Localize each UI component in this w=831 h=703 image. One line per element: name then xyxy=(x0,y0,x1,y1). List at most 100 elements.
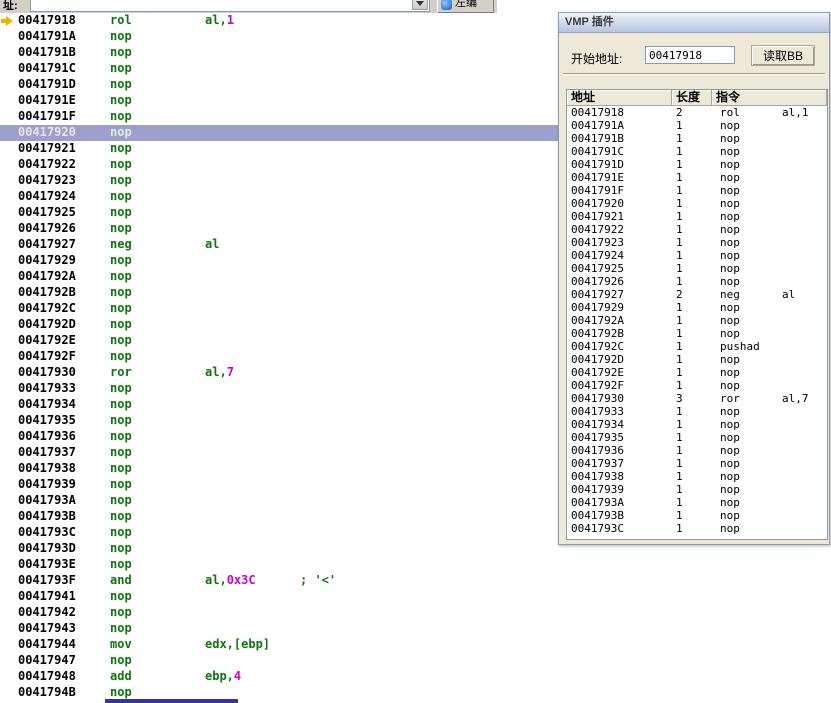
table-row[interactable]: 0041791F 1 nop xyxy=(567,184,827,197)
table-row[interactable]: 00417924 1 nop xyxy=(567,249,827,262)
disasm-line[interactable]: 00417942 nop xyxy=(0,605,831,621)
cell-length: 1 xyxy=(676,340,683,353)
cell-length: 1 xyxy=(676,210,683,223)
disasm-line[interactable]: 00417947 nop xyxy=(0,653,831,669)
cell-length: 1 xyxy=(676,457,683,470)
table-row[interactable]: 00417921 1 nop xyxy=(567,210,827,223)
instruction-address: 00417942 xyxy=(18,605,76,619)
address-combobox[interactable] xyxy=(30,0,430,12)
table-row[interactable]: 00417923 1 nop xyxy=(567,236,827,249)
table-row[interactable]: 00417934 1 nop xyxy=(567,418,827,431)
read-bb-button[interactable]: 读取BB xyxy=(751,45,815,66)
table-row[interactable]: 00417920 1 nop xyxy=(567,197,827,210)
table-row[interactable]: 0041792F 1 nop xyxy=(567,379,827,392)
cell-address: 00417918 xyxy=(571,106,624,119)
table-row[interactable]: 0041792B 1 nop xyxy=(567,327,827,340)
table-row[interactable]: 0041792D 1 nop xyxy=(567,353,827,366)
table-row[interactable]: 00417937 1 nop xyxy=(567,457,827,470)
instruction-mnemonic: nop xyxy=(110,653,132,667)
dialog-titlebar[interactable]: VMP 插件 xyxy=(559,13,829,33)
instruction-address: 0041793B xyxy=(18,509,76,523)
table-row[interactable]: 00417927 2 neg al xyxy=(567,288,827,301)
table-row[interactable]: 00417925 1 nop xyxy=(567,262,827,275)
instruction-address: 0041793E xyxy=(18,557,76,571)
table-row[interactable]: 00417929 1 nop xyxy=(567,301,827,314)
table-row[interactable]: 0041793A 1 nop xyxy=(567,496,827,509)
cell-length: 1 xyxy=(676,405,683,418)
instruction-mnemonic: nop xyxy=(110,477,132,491)
table-row[interactable]: 0041791B 1 nop xyxy=(567,132,827,145)
table-row[interactable]: 0041791C 1 nop xyxy=(567,145,827,158)
toolbar-icon xyxy=(441,0,452,10)
instruction-address: 00417936 xyxy=(18,429,76,443)
instruction-table[interactable]: 地址 长度 指令 00417918 2 rol al,1 0041791A 1 nop 00417… xyxy=(566,89,828,540)
cell-mnemonic: nop xyxy=(720,522,740,535)
cell-operand xyxy=(782,132,827,145)
cell-length: 1 xyxy=(676,301,683,314)
cell-mnemonic: nop xyxy=(720,301,740,314)
instruction-mnemonic: nop xyxy=(110,93,132,107)
disasm-line[interactable]: 0041793F and al,0x3C ; '<' xyxy=(0,573,831,589)
cell-operand xyxy=(782,509,827,522)
disasm-line[interactable]: 00417948 add ebp,4 xyxy=(0,669,831,685)
table-row[interactable]: 00417922 1 nop xyxy=(567,223,827,236)
cell-address: 00417926 xyxy=(571,275,624,288)
cell-length: 1 xyxy=(676,119,683,132)
table-row[interactable]: 0041792A 1 nop xyxy=(567,314,827,327)
instruction-address: 00417943 xyxy=(18,621,76,635)
cell-length: 1 xyxy=(676,197,683,210)
column-header-2[interactable]: 指令 xyxy=(712,90,827,105)
separator xyxy=(563,73,825,75)
disasm-line[interactable]: 00417944 mov edx,[ebp] xyxy=(0,637,831,653)
cell-operand xyxy=(782,457,827,470)
toolbar-button[interactable]: 左编 xyxy=(437,0,494,13)
instruction-mnemonic: nop xyxy=(110,509,132,523)
disasm-line[interactable]: 0041793E nop xyxy=(0,557,831,573)
combo-dropdown-button[interactable] xyxy=(412,0,428,10)
cell-mnemonic: nop xyxy=(720,171,740,184)
cell-length: 1 xyxy=(676,496,683,509)
cell-length: 1 xyxy=(676,249,683,262)
table-row[interactable]: 00417935 1 nop xyxy=(567,431,827,444)
table-body[interactable]: 00417918 2 rol al,1 0041791A 1 nop 0041791B 1 nop… xyxy=(567,106,827,539)
table-row[interactable]: 00417938 1 nop xyxy=(567,470,827,483)
cell-mnemonic: nop xyxy=(720,353,740,366)
cell-operand xyxy=(782,262,827,275)
table-row[interactable]: 0041793B 1 nop xyxy=(567,509,827,522)
cell-mnemonic: nop xyxy=(720,509,740,522)
instruction-mnemonic: ror xyxy=(110,365,132,379)
table-row[interactable]: 0041792E 1 nop xyxy=(567,366,827,379)
cell-mnemonic: nop xyxy=(720,405,740,418)
disasm-line[interactable]: 00417941 nop xyxy=(0,589,831,605)
disasm-line[interactable]: 00417920 nop xyxy=(0,125,559,141)
table-row[interactable]: 00417918 2 rol al,1 xyxy=(567,106,827,119)
table-row[interactable]: 0041791A 1 nop xyxy=(567,119,827,132)
instruction-address: 00417935 xyxy=(18,413,76,427)
table-row[interactable]: 00417926 1 nop xyxy=(567,275,827,288)
cell-mnemonic: nop xyxy=(720,470,740,483)
start-address-input[interactable] xyxy=(645,46,735,64)
table-row[interactable]: 00417933 1 nop xyxy=(567,405,827,418)
cell-address: 00417927 xyxy=(571,288,624,301)
cell-address: 00417922 xyxy=(571,223,624,236)
table-row[interactable]: 0041791E 1 nop xyxy=(567,171,827,184)
column-header-1[interactable]: 长度 xyxy=(672,90,712,105)
table-row[interactable]: 00417936 1 nop xyxy=(567,444,827,457)
disasm-line[interactable]: 00417943 nop xyxy=(0,621,831,637)
column-header-0[interactable]: 地址 xyxy=(567,90,672,105)
cell-address: 00417937 xyxy=(571,457,624,470)
cell-mnemonic: nop xyxy=(720,119,740,132)
table-row[interactable]: 00417930 3 ror al,7 xyxy=(567,392,827,405)
cell-address: 00417933 xyxy=(571,405,624,418)
table-row[interactable]: 0041792C 1 pushad xyxy=(567,340,827,353)
start-address-label: 开始地址: xyxy=(571,52,623,66)
table-row[interactable]: 0041791D 1 nop xyxy=(567,158,827,171)
table-row[interactable]: 0041793C 1 nop xyxy=(567,522,827,535)
table-row[interactable]: 00417939 1 nop xyxy=(567,483,827,496)
table-header-row: 地址 长度 指令 xyxy=(567,90,827,106)
instruction-mnemonic: nop xyxy=(110,317,132,331)
cell-operand xyxy=(782,184,827,197)
instruction-mnemonic: nop xyxy=(110,45,132,59)
instruction-mnemonic: nop xyxy=(110,253,132,267)
dialog-title: VMP 插件 xyxy=(565,16,614,28)
